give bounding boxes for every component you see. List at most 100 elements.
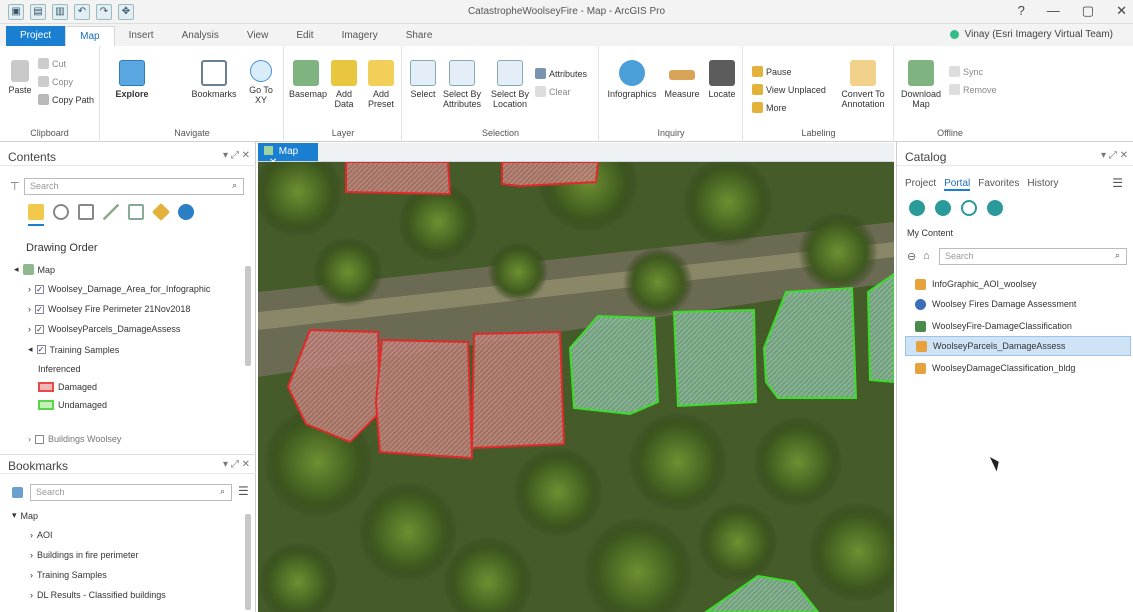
layer-visibility-checkbox[interactable]: ✓: [35, 284, 44, 294]
expand-arrow-icon[interactable]: ›: [28, 434, 31, 444]
menu-icon[interactable]: ☰: [238, 484, 249, 498]
user-name: Vinay (Esri Imagery Virtual Team): [964, 29, 1113, 40]
user-account[interactable]: Vinay (Esri Imagery Virtual Team): [949, 29, 1113, 40]
help-button[interactable]: ?: [1018, 3, 1025, 19]
locate-button[interactable]: Locate: [704, 60, 740, 99]
bookmark-item[interactable]: › Training Samples: [30, 570, 107, 580]
bookmark-item[interactable]: › AOI: [30, 530, 53, 540]
map-node[interactable]: ◂ Map: [14, 264, 55, 275]
bookmarks-map-node[interactable]: ▾ Map: [12, 510, 38, 521]
attributes-button[interactable]: Attributes: [535, 68, 587, 79]
add-data-button[interactable]: Add Data: [327, 60, 361, 109]
view-unplaced-button[interactable]: View Unplaced: [752, 84, 826, 95]
expand-arrow-icon[interactable]: ›: [28, 324, 31, 334]
tab-insert[interactable]: Insert: [115, 26, 168, 46]
back-icon[interactable]: ⊖: [907, 250, 916, 263]
select-by-attributes-button[interactable]: Select By Attributes: [439, 60, 485, 109]
bookmark-gallery-icon[interactable]: [12, 487, 23, 498]
layer-item[interactable]: › Buildings Woolsey: [28, 434, 121, 444]
catalog-tab-project[interactable]: Project: [905, 178, 936, 191]
bookmarks-scrollbar[interactable]: [245, 514, 251, 610]
layer-item[interactable]: › ✓ Woolsey Fire Perimeter 21Nov2018: [28, 304, 190, 314]
clear-selection-button[interactable]: Clear: [535, 86, 571, 97]
catalog-subtabs: Project Portal Favorites History: [905, 178, 1059, 191]
bookmark-item[interactable]: › Buildings in fire perimeter: [30, 550, 139, 560]
paste-button[interactable]: Paste: [6, 60, 34, 95]
filter-icon[interactable]: ⊤: [10, 180, 20, 193]
tab-map[interactable]: Map: [65, 26, 115, 46]
expand-arrow-icon[interactable]: ›: [28, 304, 31, 314]
basemap-button[interactable]: Basemap: [289, 60, 327, 99]
layer-item[interactable]: › ✓ Woolsey_Damage_Area_for_Infographic: [28, 284, 210, 294]
copy-button[interactable]: Copy: [38, 76, 73, 87]
catalog-item[interactable]: WoolseyFire-DamageClassification: [905, 316, 1131, 336]
collapse-arrow-icon[interactable]: ◂: [14, 264, 19, 275]
my-content-icon[interactable]: [909, 200, 925, 216]
layer-visibility-checkbox[interactable]: ✓: [35, 324, 44, 334]
catalog-search-input[interactable]: Search ⌕: [939, 248, 1127, 265]
tab-imagery[interactable]: Imagery: [328, 26, 392, 46]
download-map-button[interactable]: Download Map: [899, 60, 943, 109]
bookmark-item[interactable]: › DL Results - Classified buildings: [30, 590, 166, 600]
catalog-item[interactable]: InfoGraphic_AOI_woolsey: [905, 274, 1131, 294]
minimize-button[interactable]: —: [1047, 3, 1060, 19]
explore-button[interactable]: Explore: [115, 60, 149, 99]
list-by-drawing-order-icon[interactable]: [28, 204, 44, 220]
list-by-editing-icon[interactable]: [103, 204, 119, 220]
groups-icon[interactable]: [935, 200, 951, 216]
catalog-item-selected[interactable]: WoolseyParcels_DamageAssess: [905, 336, 1131, 356]
sync-button[interactable]: Sync: [949, 66, 983, 77]
catalog-tab-history[interactable]: History: [1027, 178, 1058, 191]
layer-visibility-checkbox[interactable]: [35, 434, 44, 444]
contents-pane-controls[interactable]: ▾ ⤢ ✕: [223, 150, 250, 161]
tab-edit[interactable]: Edit: [282, 26, 327, 46]
catalog-item[interactable]: Woolsey Fires Damage Assessment: [905, 294, 1131, 314]
convert-to-annotation-button[interactable]: Convert To Annotation: [836, 60, 890, 109]
catalog-item[interactable]: WoolseyDamageClassification_bldg: [905, 358, 1131, 378]
tab-share[interactable]: Share: [392, 26, 447, 46]
bookmarks-search-input[interactable]: Search ⌕: [30, 484, 232, 501]
bookmarks-button[interactable]: Bookmarks: [189, 60, 239, 99]
contents-scrollbar[interactable]: [245, 266, 251, 366]
contents-search-input[interactable]: Search ⌕: [24, 178, 244, 195]
layer-item[interactable]: ◂ ✓ Training Samples: [28, 344, 119, 355]
infographics-button[interactable]: Infographics: [604, 60, 660, 99]
list-by-perspective-icon[interactable]: [178, 204, 194, 220]
bookmarks-pane-controls[interactable]: ▾ ⤢ ✕: [223, 459, 250, 470]
add-preset-button[interactable]: Add Preset: [363, 60, 399, 109]
tab-project[interactable]: Project: [6, 26, 66, 46]
catalog-pane-controls[interactable]: ▾ ⤢ ✕: [1101, 150, 1128, 161]
list-by-selection-icon[interactable]: [78, 204, 94, 220]
list-by-labeling-icon[interactable]: [151, 202, 171, 222]
collapse-arrow-icon[interactable]: ◂: [28, 344, 33, 355]
tab-analysis[interactable]: Analysis: [168, 26, 233, 46]
list-by-snapping-icon[interactable]: [128, 204, 144, 220]
menu-icon[interactable]: ☰: [1112, 176, 1123, 190]
layer-visibility-checkbox[interactable]: ✓: [36, 345, 46, 354]
more-labeling-button[interactable]: More: [752, 102, 787, 113]
go-to-xy-button[interactable]: Go To XY: [243, 60, 279, 105]
copy-path-button[interactable]: Copy Path: [38, 94, 94, 105]
map-view[interactable]: [258, 162, 894, 612]
remove-button[interactable]: Remove: [949, 84, 997, 95]
maximize-button[interactable]: ▢: [1082, 3, 1094, 19]
layer-visibility-checkbox[interactable]: ✓: [35, 304, 44, 314]
catalog-tab-portal[interactable]: Portal: [944, 178, 971, 191]
list-by-data-source-icon[interactable]: [53, 204, 69, 220]
more-icon: [752, 102, 763, 113]
measure-button[interactable]: Measure: [662, 60, 702, 99]
select-by-location-button[interactable]: Select By Location: [487, 60, 533, 109]
select-button[interactable]: Select: [407, 60, 439, 99]
living-atlas-icon[interactable]: [987, 200, 1003, 216]
home-icon[interactable]: ⌂: [923, 250, 930, 262]
close-button[interactable]: ✕: [1116, 3, 1127, 19]
expand-arrow-icon[interactable]: ›: [28, 284, 31, 294]
catalog-tab-favorites[interactable]: Favorites: [978, 178, 1019, 191]
layer-item[interactable]: › ✓ WoolseyParcels_DamageAssess: [28, 324, 180, 334]
tab-view[interactable]: View: [233, 26, 283, 46]
bookmarks-title: Bookmarks: [8, 459, 69, 473]
pause-labeling-button[interactable]: Pause: [752, 66, 792, 77]
tab-map-view[interactable]: Map ✕: [258, 143, 318, 168]
my-organization-icon[interactable]: [961, 200, 977, 216]
cut-button[interactable]: Cut: [38, 58, 66, 69]
